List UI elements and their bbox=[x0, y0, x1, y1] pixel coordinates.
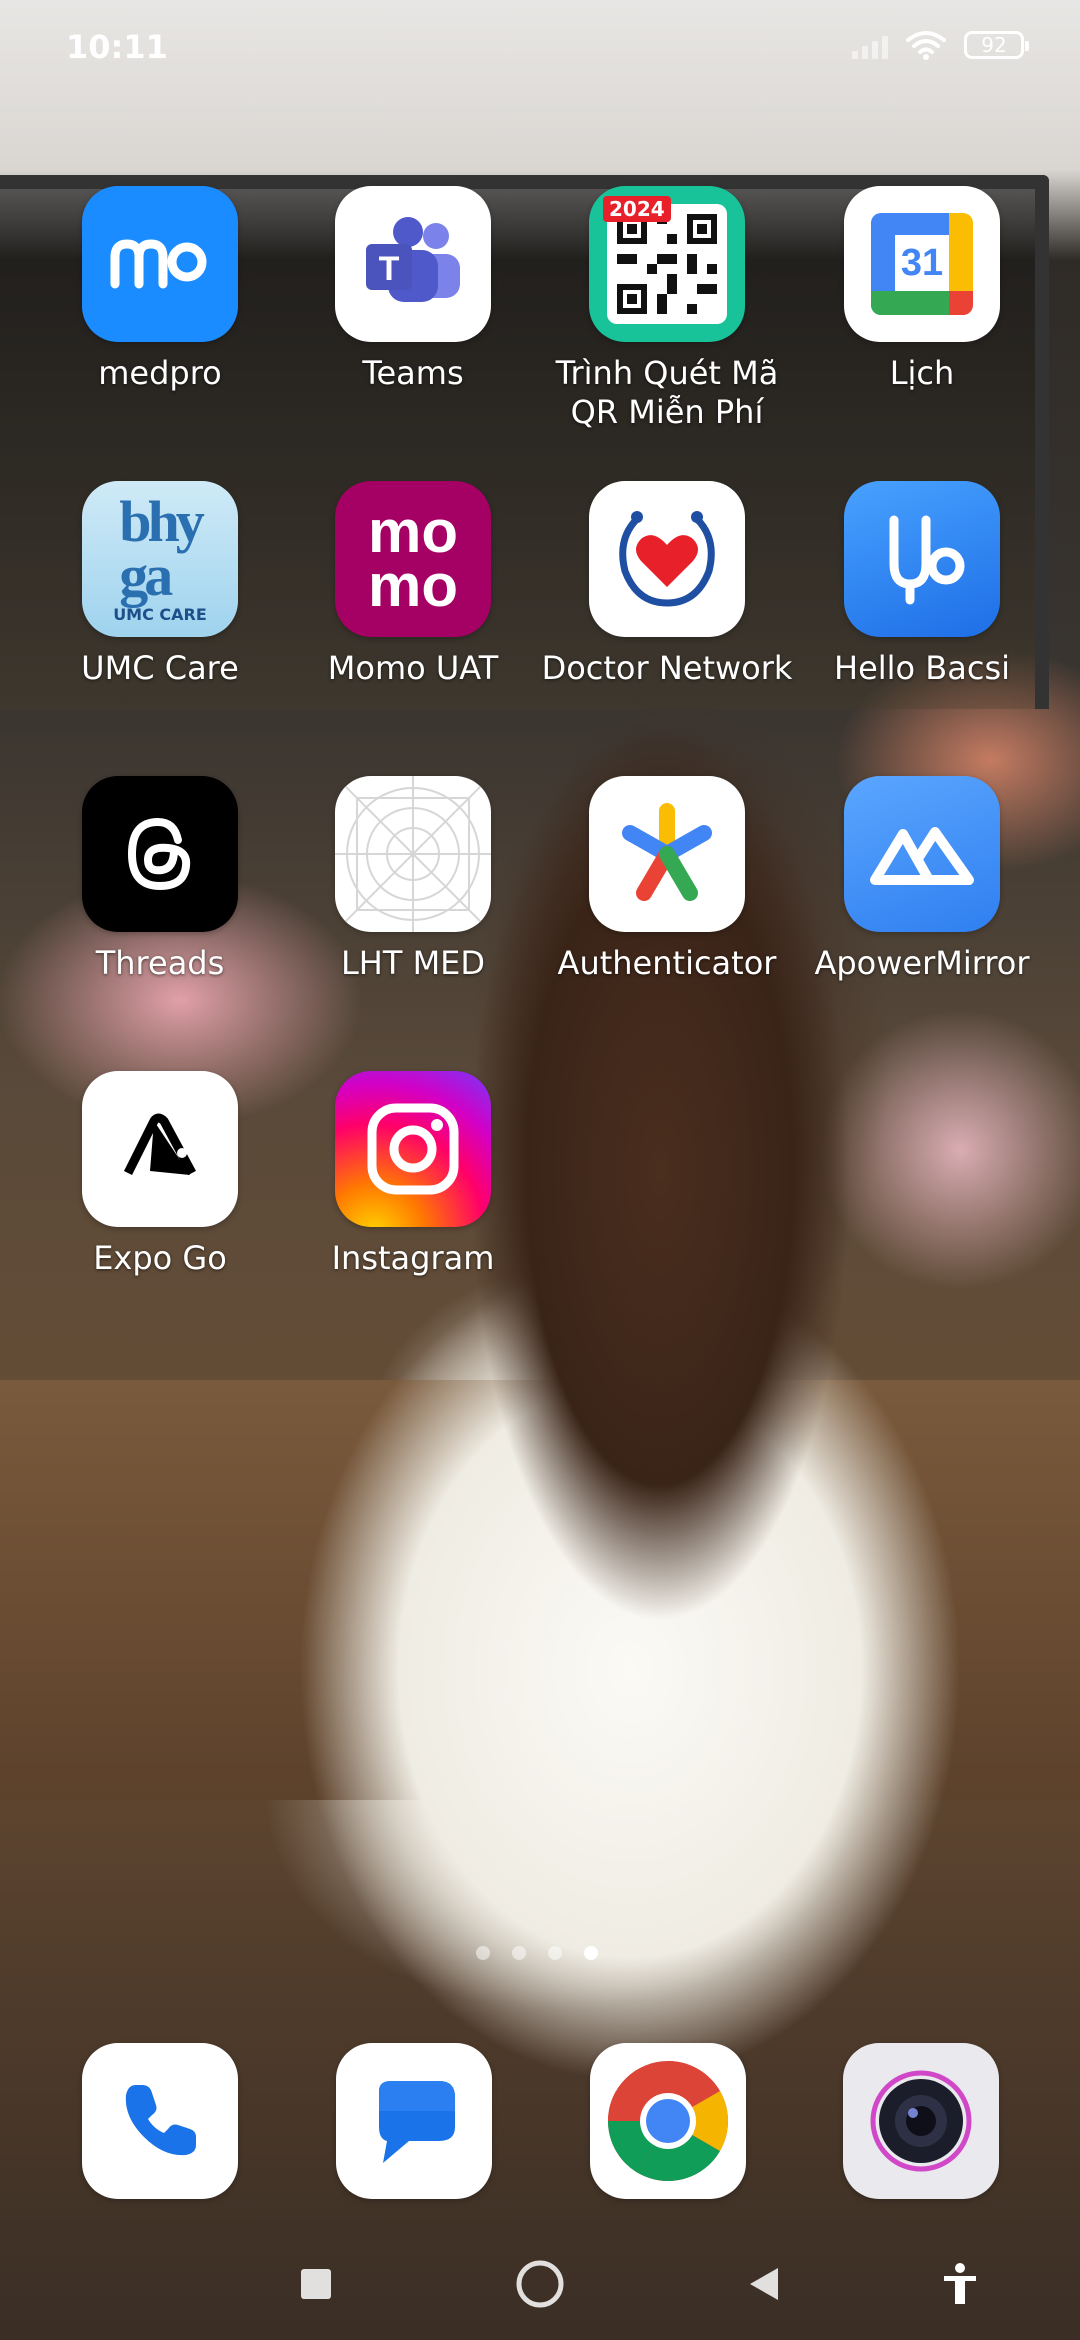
umc-care-icon[interactable]: bhy ga UMC CARE bbox=[82, 481, 238, 637]
wifi-icon bbox=[906, 31, 946, 60]
app-threads[interactable]: Threads bbox=[33, 776, 287, 983]
qr-scanner-icon[interactable]: 2024 bbox=[589, 186, 745, 342]
instagram-icon[interactable] bbox=[335, 1071, 491, 1227]
hello-bacsi-icon[interactable] bbox=[844, 481, 1000, 637]
battery-level: 92 bbox=[981, 33, 1007, 57]
home-button[interactable] bbox=[510, 2254, 570, 2314]
qr-badge: 2024 bbox=[603, 196, 671, 222]
page-indicator[interactable] bbox=[476, 1946, 598, 1960]
app-calendar[interactable]: 31 Lịch bbox=[795, 186, 1049, 393]
navigation-bar bbox=[0, 2230, 1080, 2340]
app-label: ApowerMirror bbox=[814, 944, 1030, 982]
signal-icon bbox=[852, 31, 888, 59]
app-label: Instagram bbox=[331, 1239, 495, 1277]
page-dot-active[interactable] bbox=[584, 1946, 598, 1960]
chrome-icon[interactable] bbox=[590, 2043, 746, 2199]
calendar-icon[interactable]: 31 bbox=[844, 186, 1000, 342]
momo-line1: mo bbox=[368, 498, 458, 565]
app-lht-med[interactable]: LHT MED bbox=[286, 776, 540, 983]
app-label: Lịch bbox=[889, 354, 955, 392]
app-medpro[interactable]: medpro bbox=[33, 186, 287, 393]
app-instagram[interactable]: Instagram bbox=[286, 1071, 540, 1278]
app-apowermirror[interactable]: ApowerMirror bbox=[795, 776, 1049, 983]
lht-med-icon[interactable] bbox=[335, 776, 491, 932]
app-label: Doctor Network bbox=[541, 649, 793, 687]
status-bar: 10:11 92 bbox=[0, 0, 1080, 96]
app-label: Teams bbox=[362, 354, 464, 392]
app-label: Momo UAT bbox=[327, 649, 499, 687]
momo-line2: mo bbox=[368, 552, 458, 619]
page-dot[interactable] bbox=[548, 1946, 562, 1960]
status-icons: 92 bbox=[852, 30, 1029, 60]
app-label: Expo Go bbox=[93, 1239, 227, 1277]
app-hello-bacsi[interactable]: Hello Bacsi bbox=[795, 481, 1049, 688]
app-umc-care[interactable]: bhy ga UMC CARE UMC Care bbox=[33, 481, 287, 688]
app-authenticator[interactable]: Authenticator bbox=[540, 776, 794, 983]
umc-care-sub: UMC CARE bbox=[113, 604, 207, 624]
status-time: 10:11 bbox=[66, 28, 168, 66]
messages-icon[interactable] bbox=[336, 2043, 492, 2199]
app-label: UMC Care bbox=[81, 649, 239, 687]
expo-go-icon[interactable] bbox=[82, 1071, 238, 1227]
doctor-network-icon[interactable] bbox=[589, 481, 745, 637]
accessibility-icon[interactable] bbox=[930, 2254, 990, 2314]
medpro-icon[interactable] bbox=[82, 186, 238, 342]
battery-icon: 92 bbox=[964, 31, 1029, 59]
page-dot[interactable] bbox=[512, 1946, 526, 1960]
app-qr-scanner[interactable]: 2024 Trình Quét Mã QR Miễn Phí bbox=[540, 186, 794, 432]
apowermirror-icon[interactable] bbox=[844, 776, 1000, 932]
app-label: Trình Quét Mã QR Miễn Phí bbox=[555, 354, 779, 431]
phone-icon[interactable] bbox=[82, 2043, 238, 2199]
momo-icon[interactable]: mo mo bbox=[335, 481, 491, 637]
threads-icon[interactable] bbox=[82, 776, 238, 932]
page-dot[interactable] bbox=[476, 1946, 490, 1960]
authenticator-icon[interactable] bbox=[589, 776, 745, 932]
app-expo-go[interactable]: Expo Go bbox=[33, 1071, 287, 1278]
recents-button[interactable] bbox=[286, 2254, 346, 2314]
app-label: medpro bbox=[98, 354, 222, 392]
camera-icon[interactable] bbox=[843, 2043, 999, 2199]
app-doctor-network[interactable]: Doctor Network bbox=[540, 481, 794, 688]
teams-icon[interactable]: T bbox=[335, 186, 491, 342]
back-button[interactable] bbox=[733, 2254, 793, 2314]
app-label: Threads bbox=[95, 944, 225, 982]
app-label: Authenticator bbox=[557, 944, 777, 982]
app-label: Hello Bacsi bbox=[834, 649, 1010, 687]
app-momo[interactable]: mo mo Momo UAT bbox=[286, 481, 540, 688]
app-label: LHT MED bbox=[340, 944, 486, 982]
app-teams[interactable]: T Teams bbox=[286, 186, 540, 393]
calendar-date: 31 bbox=[895, 235, 949, 291]
svg-text:T: T bbox=[379, 250, 400, 288]
